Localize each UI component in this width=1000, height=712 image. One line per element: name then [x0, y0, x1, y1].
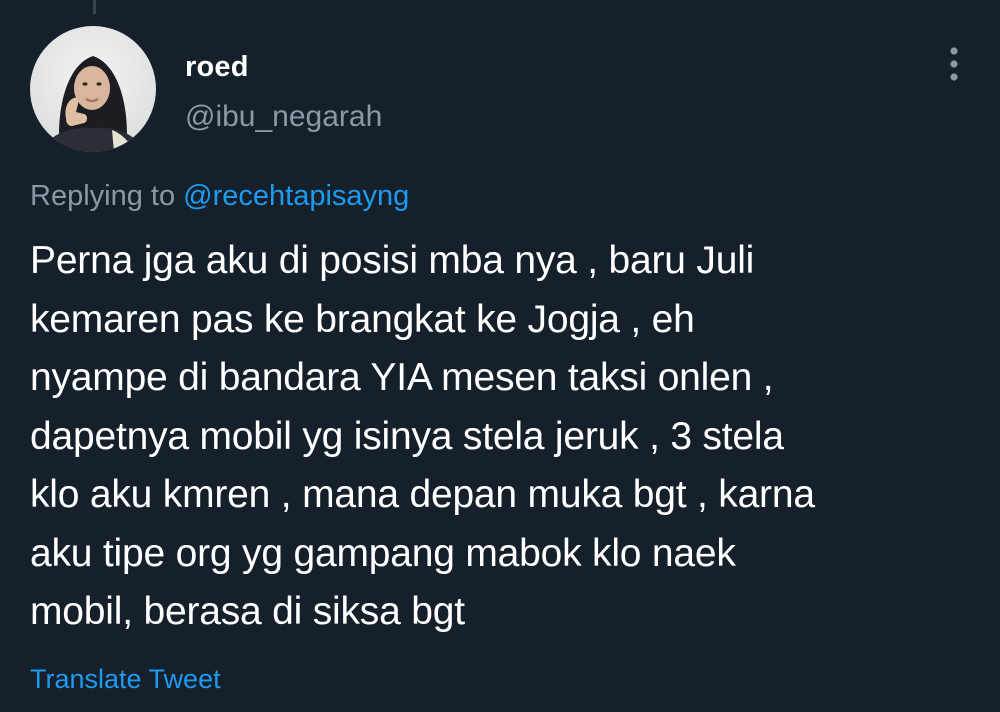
author-handle[interactable]: @ibu_negarah — [185, 100, 382, 134]
replying-to-line: Replying to @recehtapisayng — [30, 179, 409, 213]
avatar-image — [30, 26, 156, 152]
vertical-ellipsis-icon — [950, 47, 958, 81]
translate-tweet-link[interactable]: Translate Tweet — [30, 662, 221, 696]
replying-to-label: Replying to — [30, 180, 176, 212]
tweet-text: Perna jga aku di posisi mba nya , baru J… — [30, 239, 815, 633]
thread-connector-line — [93, 0, 96, 14]
replying-to-handle-link[interactable]: @recehtapisayng — [183, 180, 409, 212]
author-display-name[interactable]: roed — [185, 50, 382, 84]
more-options-button[interactable] — [936, 44, 972, 84]
author-info[interactable]: roed @ibu_negarah — [185, 50, 382, 134]
tweet-detail: roed @ibu_negarah Replying to @recehtapi… — [0, 0, 1000, 712]
avatar[interactable] — [30, 26, 156, 152]
